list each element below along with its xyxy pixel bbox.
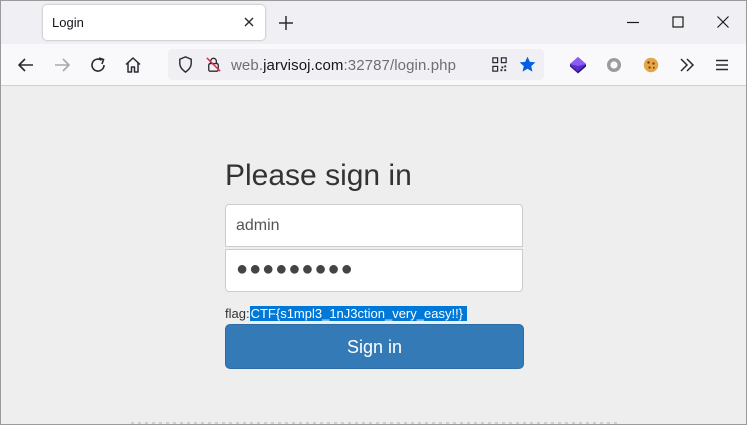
arrow-left-icon[interactable] [16,55,36,75]
arrow-right-icon[interactable] [52,55,72,75]
username-field[interactable]: admin [225,204,523,247]
sign-in-button[interactable]: Sign in [225,324,524,369]
url-suffix: :32787/login.php [343,57,457,74]
home-icon[interactable] [123,55,143,75]
minimize-icon[interactable] [625,14,641,30]
password-mask: ●●●●●●●●● [236,258,354,280]
plus-icon[interactable] [277,14,295,32]
close-icon[interactable] [241,14,257,30]
hamburger-menu-icon[interactable] [712,55,732,75]
shield-icon[interactable] [176,55,195,74]
username-value: admin [236,217,280,234]
flag-line: flag:CTF{s1mpl3_1nJ3ction_very_easy!!} [225,306,468,321]
close-icon[interactable] [715,14,731,30]
password-field[interactable]: ●●●●●●●●● [225,249,523,292]
cookie-icon[interactable] [641,55,661,75]
flag-value[interactable]: CTF{s1mpl3_1nJ3ction_very_easy!!} [249,306,468,321]
page-title: Please sign in [225,159,412,192]
url-text[interactable]: web.jarvisoj.com:32787/login.php [231,57,456,74]
lock-strikethrough-icon[interactable] [204,55,223,74]
circle-icon[interactable] [604,55,624,75]
flag-label: flag: [225,306,250,321]
qr-code-icon[interactable] [490,55,509,74]
url-bar[interactable]: web.jarvisoj.com:32787/login.php [168,49,544,80]
layers-icon[interactable] [568,55,588,75]
star-icon[interactable] [518,55,537,74]
browser-window: Login web.jarvisoj.com:32787/login.php P… [0,0,747,425]
page-edge-divider [131,422,621,424]
chevron-double-right-icon[interactable] [677,55,697,75]
nav-bar: web.jarvisoj.com:32787/login.php [1,44,746,86]
tab-title: Login [52,15,84,30]
tab-strip: Login [1,1,746,44]
url-host: jarvisoj.com [263,57,344,74]
maximize-icon[interactable] [670,14,686,30]
page-content: Please sign in admin ●●●●●●●●● flag:CTF{… [1,86,746,424]
url-prefix: web. [231,57,264,74]
reload-icon[interactable] [88,55,108,75]
tab-login[interactable]: Login [43,5,265,40]
